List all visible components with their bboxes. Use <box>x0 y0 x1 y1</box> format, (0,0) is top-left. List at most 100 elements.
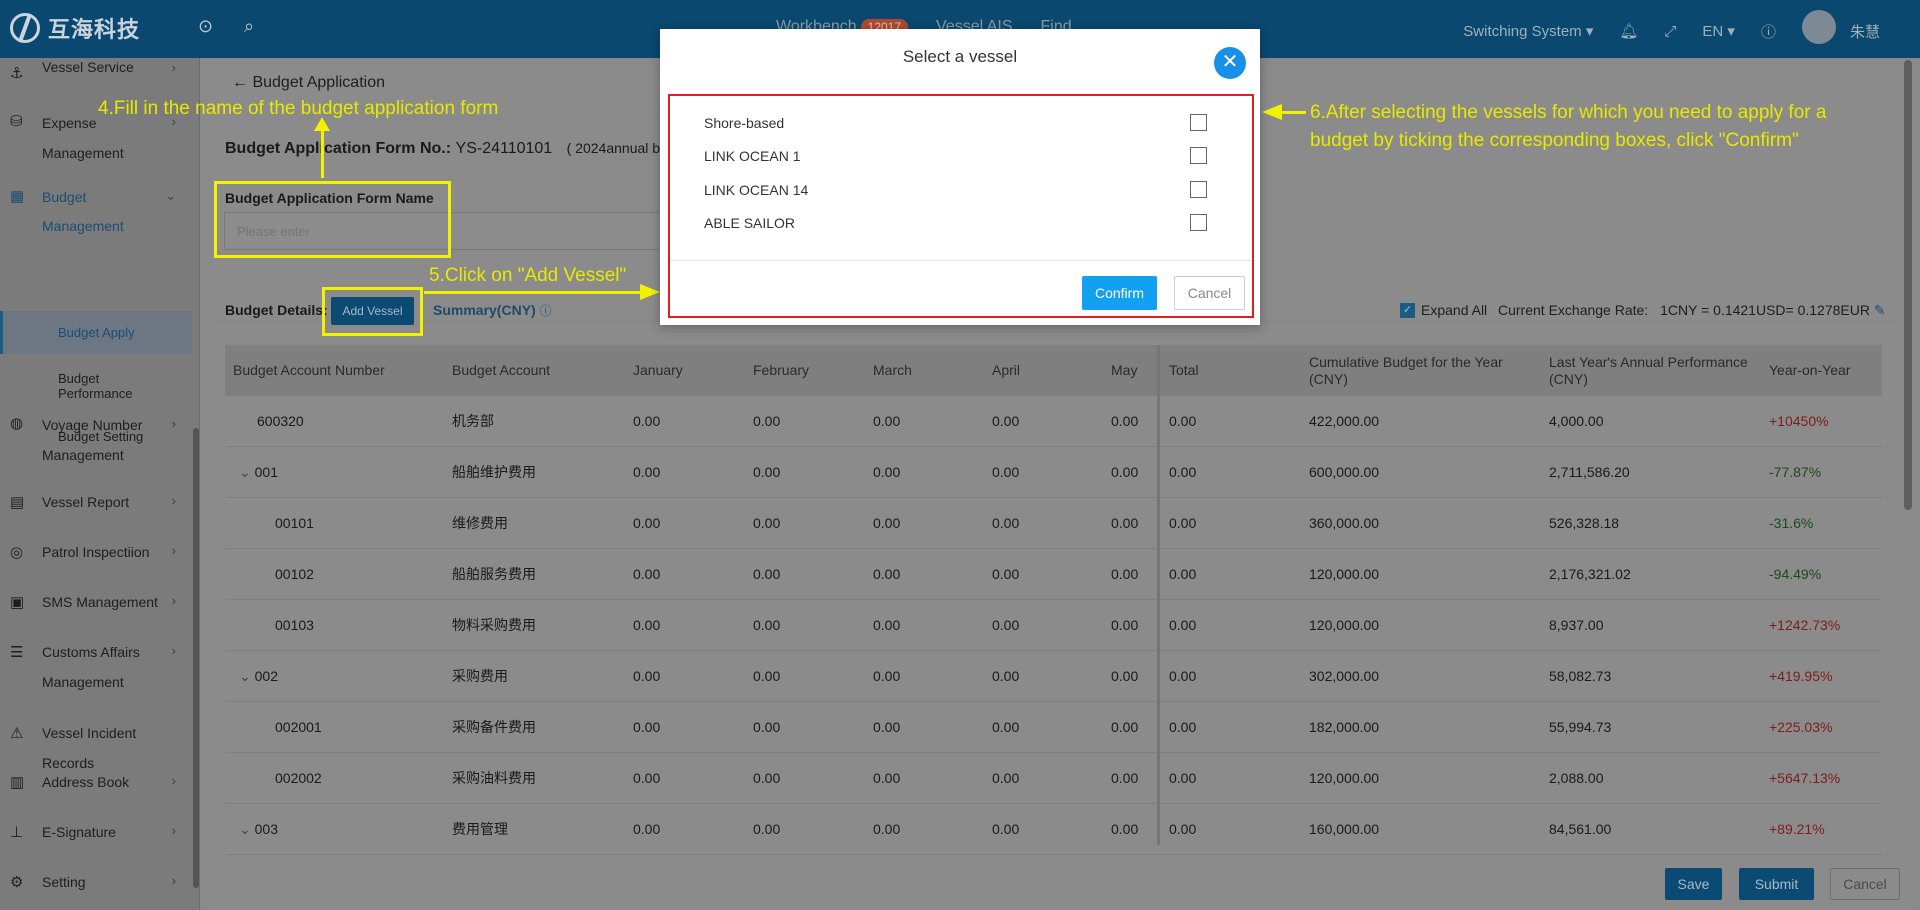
apr-cell: 0.00 <box>992 668 1020 684</box>
total-cell: 0.00 <box>1169 770 1197 786</box>
jan-cell: 0.00 <box>633 821 661 837</box>
table-row: ⌄ 001 船舶维护费用 0.00 0.00 0.00 0.00 0.00 0.00 600,0… <box>225 447 1882 498</box>
yoy-cell: -31.6% <box>1769 515 1814 531</box>
col-header: March <box>873 362 912 378</box>
select-vessel-modal: Select a vessel ✕ Shore-based LINK OCEAN… <box>660 29 1260 325</box>
bell-icon[interactable]: 🔔︎ <box>1619 22 1638 40</box>
vessel-option-shore-based[interactable]: Shore-based <box>704 112 1224 134</box>
sidebar-item-vessel-report[interactable]: ▤ Vessel Report › <box>0 487 192 517</box>
submit-button[interactable]: Submit <box>1739 868 1814 900</box>
cum-cell: 302,000.00 <box>1309 668 1380 684</box>
chevron-down-icon[interactable]: ⌄ <box>239 668 255 684</box>
modal-cancel-button[interactable]: Cancel <box>1174 276 1245 310</box>
chevron-right-icon: › <box>171 593 176 608</box>
vessel-checkbox[interactable] <box>1190 114 1207 131</box>
col-header: Budget Account Number <box>233 362 385 378</box>
expand-all-checkbox[interactable]: ✓ Expand All <box>1400 302 1487 318</box>
globe-icon: ◍ <box>10 415 24 432</box>
cum-cell: 120,000.00 <box>1309 770 1380 786</box>
account-number-cell: 600320 <box>257 396 304 447</box>
tab-summary[interactable]: Summary(CNY) ⓘ <box>433 302 552 319</box>
sidebar-item-budget-apply[interactable]: Budget Apply <box>58 325 135 340</box>
account-number: 002 <box>254 668 278 684</box>
main-scrollbar[interactable] <box>1904 60 1912 510</box>
edit-icon[interactable]: ✎ <box>1874 302 1886 318</box>
vessel-option-able-sailor[interactable]: ABLE SAILOR <box>704 212 1224 234</box>
account-number: 00103 <box>275 617 314 633</box>
may-cell: 0.00 <box>1111 413 1139 429</box>
sidebar-scrollbar[interactable] <box>193 428 199 888</box>
calendar-icon: ▤ <box>10 494 25 511</box>
form-number-value: YS-24110101 <box>455 140 553 157</box>
vessel-checkbox[interactable] <box>1190 181 1207 198</box>
sidebar-label-line2: Management <box>42 674 124 690</box>
sidebar-item-address-book[interactable]: ▥ Address Book › <box>0 767 192 797</box>
acct-cell: 采购备件费用 <box>452 719 536 735</box>
budget-icon: ▦ <box>10 188 25 205</box>
sidebar-item-sms-management[interactable]: ▣ SMS Management › <box>0 587 192 617</box>
warning-icon: ⚠︎ <box>10 725 24 742</box>
chevron-down-icon[interactable]: ⌄ <box>239 821 255 837</box>
sidebar-item-setting[interactable]: ⚙︎ Setting › <box>0 867 192 897</box>
cancel-button[interactable]: Cancel <box>1830 868 1900 900</box>
back-link[interactable]: ← Budget Application <box>232 74 385 92</box>
sidebar-label: Vessel Report <box>42 494 130 510</box>
save-button[interactable]: Save <box>1665 868 1722 900</box>
vessel-checkbox[interactable] <box>1190 147 1207 164</box>
last-cell: 526,328.18 <box>1549 515 1620 531</box>
vessel-checkbox[interactable] <box>1190 214 1207 231</box>
mar-cell: 0.00 <box>873 464 901 480</box>
logo[interactable]: 互海科技 <box>10 12 140 44</box>
account-number: 001 <box>254 464 278 480</box>
sidebar-item-voyage-number[interactable]: ◍ Voyage Number Management › <box>0 408 192 468</box>
yoy-cell: +225.03% <box>1769 719 1833 735</box>
sidebar: ⚓︎ Vessel Service › ⛁ Expense Management… <box>0 58 200 910</box>
may-cell: 0.00 <box>1111 770 1139 786</box>
user-name: 朱慧 <box>1849 23 1880 41</box>
chevron-down-icon[interactable]: ⌄ <box>239 464 255 480</box>
sidebar-item-patrol-inspection[interactable]: ◎ Patrol Inspectiion › <box>0 537 192 567</box>
acct-cell: 物料采购费用 <box>452 617 536 633</box>
expand-all-label: Expand All <box>1421 302 1488 318</box>
close-icon[interactable]: ✕ <box>1214 47 1246 79</box>
apr-cell: 0.00 <box>992 719 1020 735</box>
vessel-option-link-ocean-1[interactable]: LINK OCEAN 1 <box>704 145 1224 167</box>
switching-system-dropdown[interactable]: Switching System ▾ <box>1463 22 1593 40</box>
search-icon[interactable]: ⌕ <box>244 16 254 37</box>
sidebar-item-vessel-incident-records[interactable]: ⚠︎ Vessel Incident Records <box>0 718 192 771</box>
sidebar-label-line2: Management <box>42 145 124 161</box>
yoy-cell: +419.95% <box>1769 668 1833 684</box>
sidebar-label: Expense <box>42 115 97 131</box>
cum-cell: 182,000.00 <box>1309 719 1380 735</box>
sidebar-item-e-signature[interactable]: ⊥ E-Signature › <box>0 817 192 847</box>
last-cell: 2,088.00 <box>1549 770 1604 786</box>
gear-icon: ⚙︎ <box>10 874 24 891</box>
account-number: 003 <box>254 821 278 837</box>
vessel-option-link-ocean-14[interactable]: LINK OCEAN 14 <box>704 179 1224 201</box>
fullscreen-icon[interactable]: ⤢ <box>1664 23 1676 40</box>
confirm-button[interactable]: Confirm <box>1082 276 1157 310</box>
chevron-right-icon: › <box>171 643 176 658</box>
feb-cell: 0.00 <box>753 566 781 582</box>
chevron-right-icon: › <box>171 543 176 558</box>
acct-cell: 船舶维护费用 <box>452 464 536 480</box>
table-row: 002002 采购油料费用 0.00 0.00 0.00 0.00 0.00 0.00 120,… <box>225 753 1882 804</box>
last-cell: 4,000.00 <box>1549 413 1604 429</box>
sidebar-item-budget[interactable]: ▦ Budget Management ⌄ <box>0 181 192 241</box>
user-menu[interactable]: 朱慧 <box>1801 10 1880 44</box>
sidebar-label: SMS Management <box>42 594 158 610</box>
back-circle-icon[interactable]: ⊙ <box>198 16 213 37</box>
apr-cell: 0.00 <box>992 770 1020 786</box>
check-circle-icon: ◎ <box>10 544 24 561</box>
annotation-step4: 4.Fill in the name of the budget applica… <box>98 98 499 119</box>
total-cell: 0.00 <box>1169 617 1197 633</box>
sidebar-item-vessel-service[interactable]: ⚓︎ Vessel Service › <box>0 58 192 88</box>
modal-title: Select a vessel <box>902 47 1018 66</box>
info-icon: ⓘ <box>539 304 552 318</box>
account-number: 600320 <box>257 413 304 429</box>
back-link-label: Budget Application <box>252 74 385 91</box>
sidebar-item-customs-affairs[interactable]: ☰ Customs Affairs Management › <box>0 637 192 697</box>
help-icon[interactable]: ⓘ <box>1761 21 1776 42</box>
language-dropdown[interactable]: EN ▾ <box>1702 22 1735 40</box>
cum-cell: 600,000.00 <box>1309 464 1380 480</box>
